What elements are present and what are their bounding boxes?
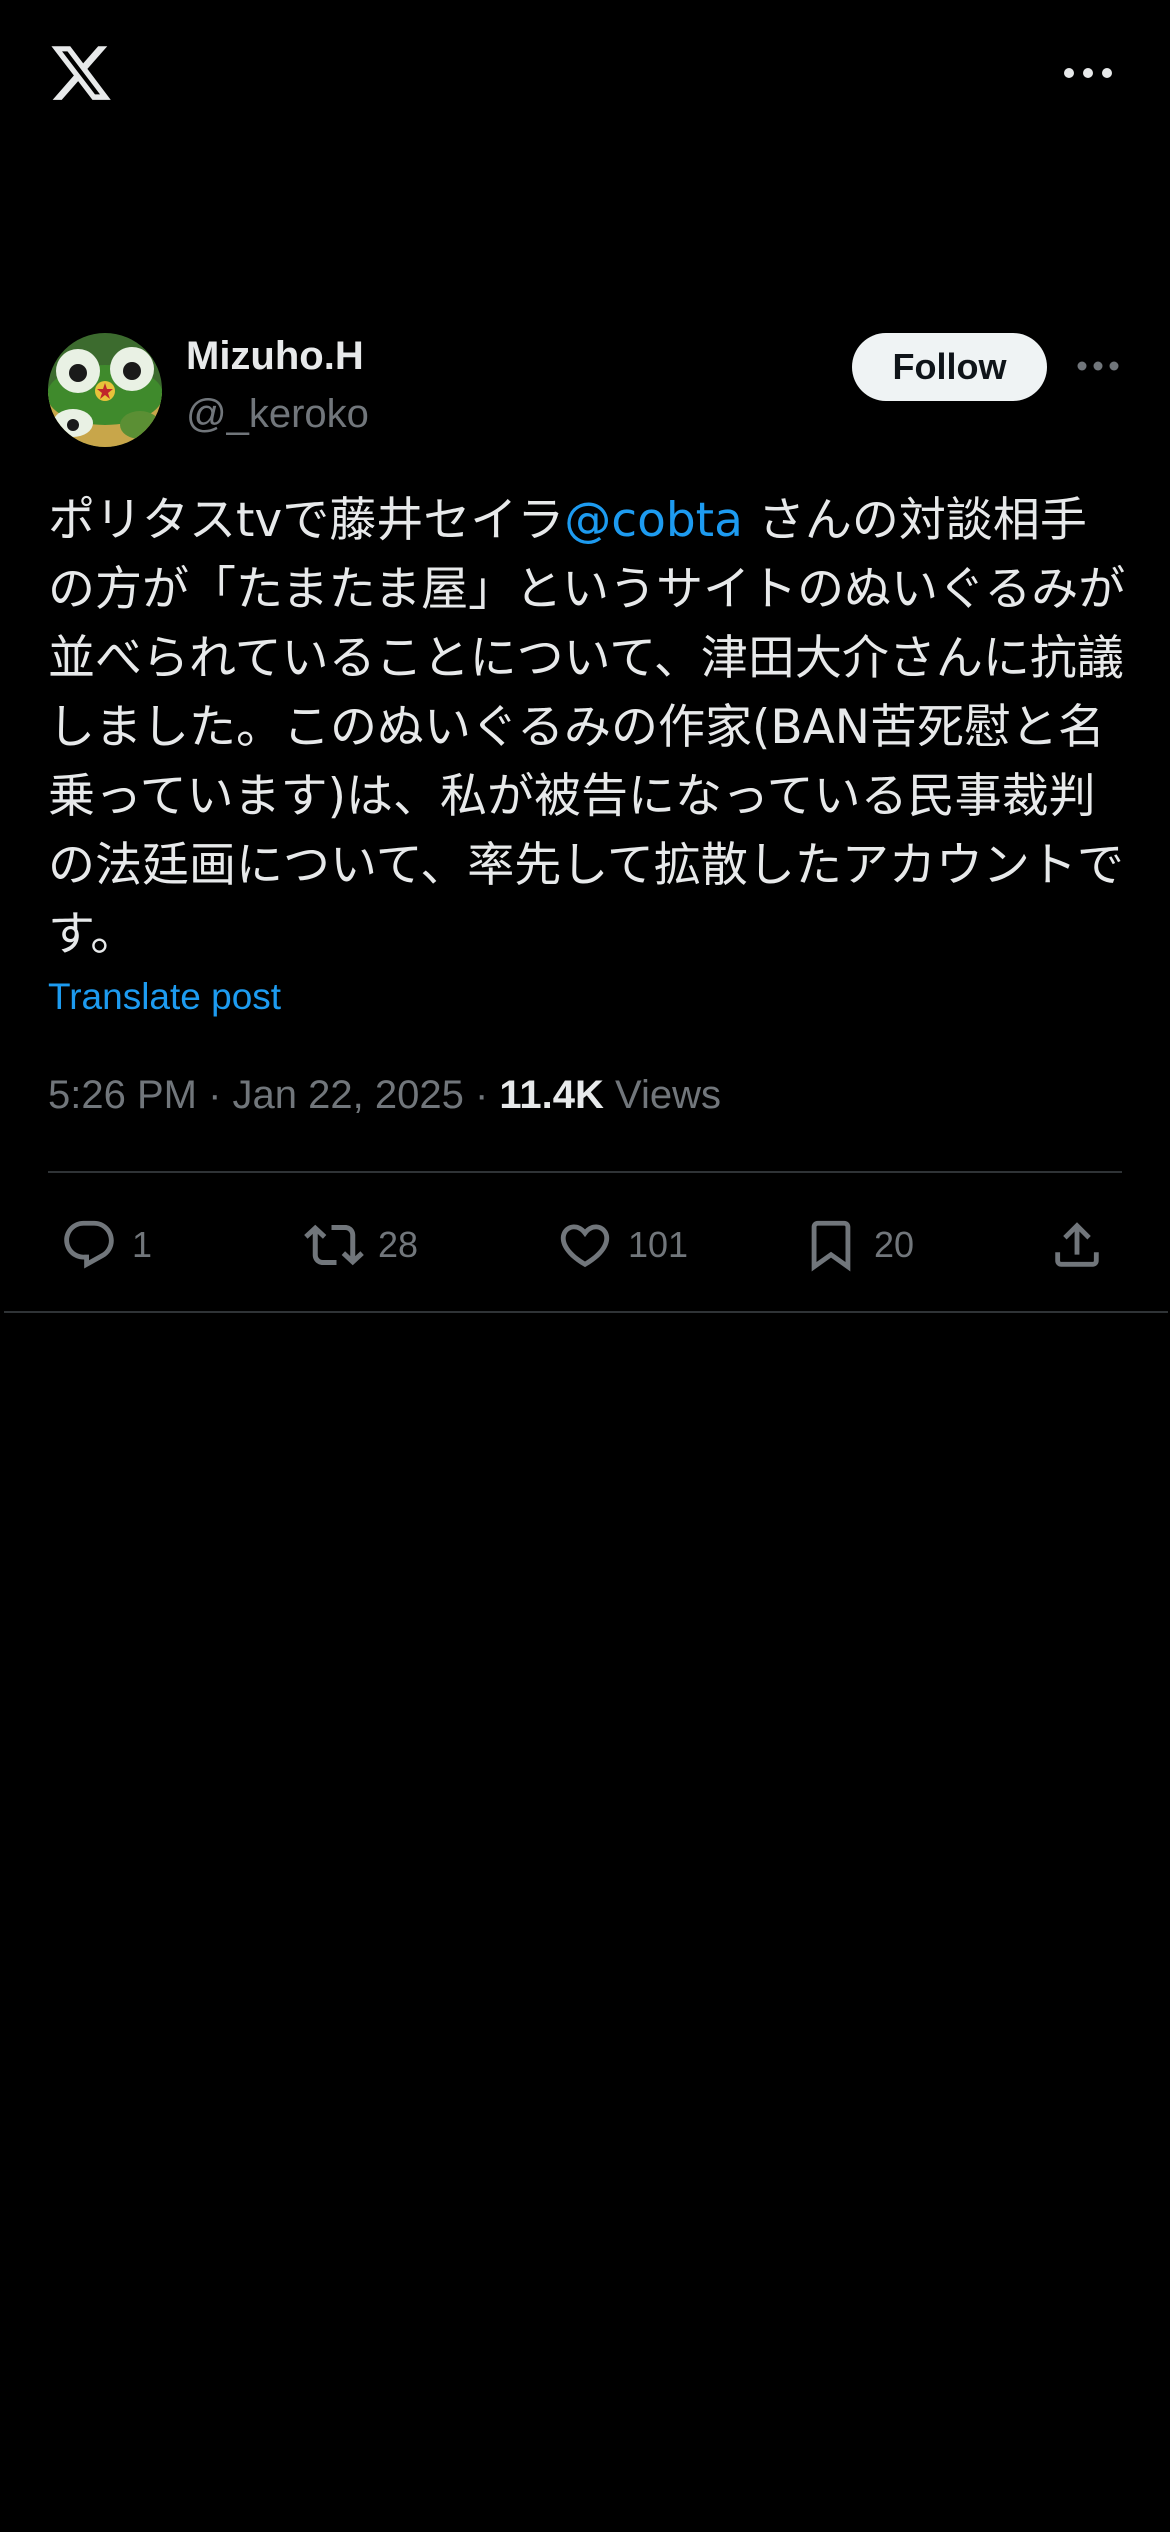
reply-count: 1 xyxy=(132,1224,153,1265)
mention-link[interactable]: @cobta xyxy=(564,493,743,548)
translate-post-link[interactable]: Translate post xyxy=(48,976,281,1018)
repost-button[interactable]: 28 xyxy=(304,1210,418,1280)
post-date[interactable]: Jan 22, 2025 xyxy=(233,1073,464,1117)
avatar[interactable] xyxy=(48,333,162,447)
reply-icon xyxy=(64,1220,114,1269)
like-button[interactable]: 101 xyxy=(556,1210,688,1280)
post-time[interactable]: 5:26 PM xyxy=(48,1073,197,1117)
post-text: ポリタスtvで藤井セイラ@cobta さんの対談相手の方が「たまたま屋」というサ… xyxy=(48,486,1128,969)
post-metadata: 5:26 PM · Jan 22, 2025 · 11.4K Views xyxy=(48,1073,721,1118)
views-count: 11.4K xyxy=(499,1073,604,1117)
bookmark-button[interactable]: 20 xyxy=(802,1210,914,1280)
more-options-icon[interactable] xyxy=(1060,58,1116,88)
post-text-part: さんの対談相手の方が「たまたま屋」というサイトのぬいぐるみが並べられていることに… xyxy=(48,493,1126,962)
author-display-name[interactable]: Mizuho.H xyxy=(186,334,364,379)
divider xyxy=(48,1171,1122,1173)
post-more-options-icon[interactable] xyxy=(1076,354,1120,378)
like-count: 101 xyxy=(628,1224,689,1265)
reply-button[interactable]: 1 xyxy=(60,1210,152,1280)
follow-button[interactable]: Follow xyxy=(852,333,1047,401)
share-button[interactable] xyxy=(1048,1210,1106,1280)
top-bar xyxy=(0,0,1170,150)
x-logo-icon[interactable] xyxy=(48,40,114,106)
bookmark-icon xyxy=(811,1220,851,1272)
author-handle[interactable]: @_keroko xyxy=(186,392,369,437)
views-label: Views xyxy=(603,1073,721,1117)
action-bar: 1 28 101 20 xyxy=(0,1210,1170,1280)
repost-count: 28 xyxy=(378,1224,419,1265)
bookmark-count: 20 xyxy=(874,1224,915,1265)
share-icon xyxy=(1055,1222,1099,1267)
post-text-part: ポリタスtvで藤井セイラ xyxy=(48,493,565,548)
meta-separator: · xyxy=(463,1073,500,1117)
repost-icon xyxy=(304,1224,364,1266)
meta-separator: · xyxy=(196,1073,233,1117)
divider xyxy=(4,1311,1168,1313)
heart-icon xyxy=(560,1224,610,1268)
